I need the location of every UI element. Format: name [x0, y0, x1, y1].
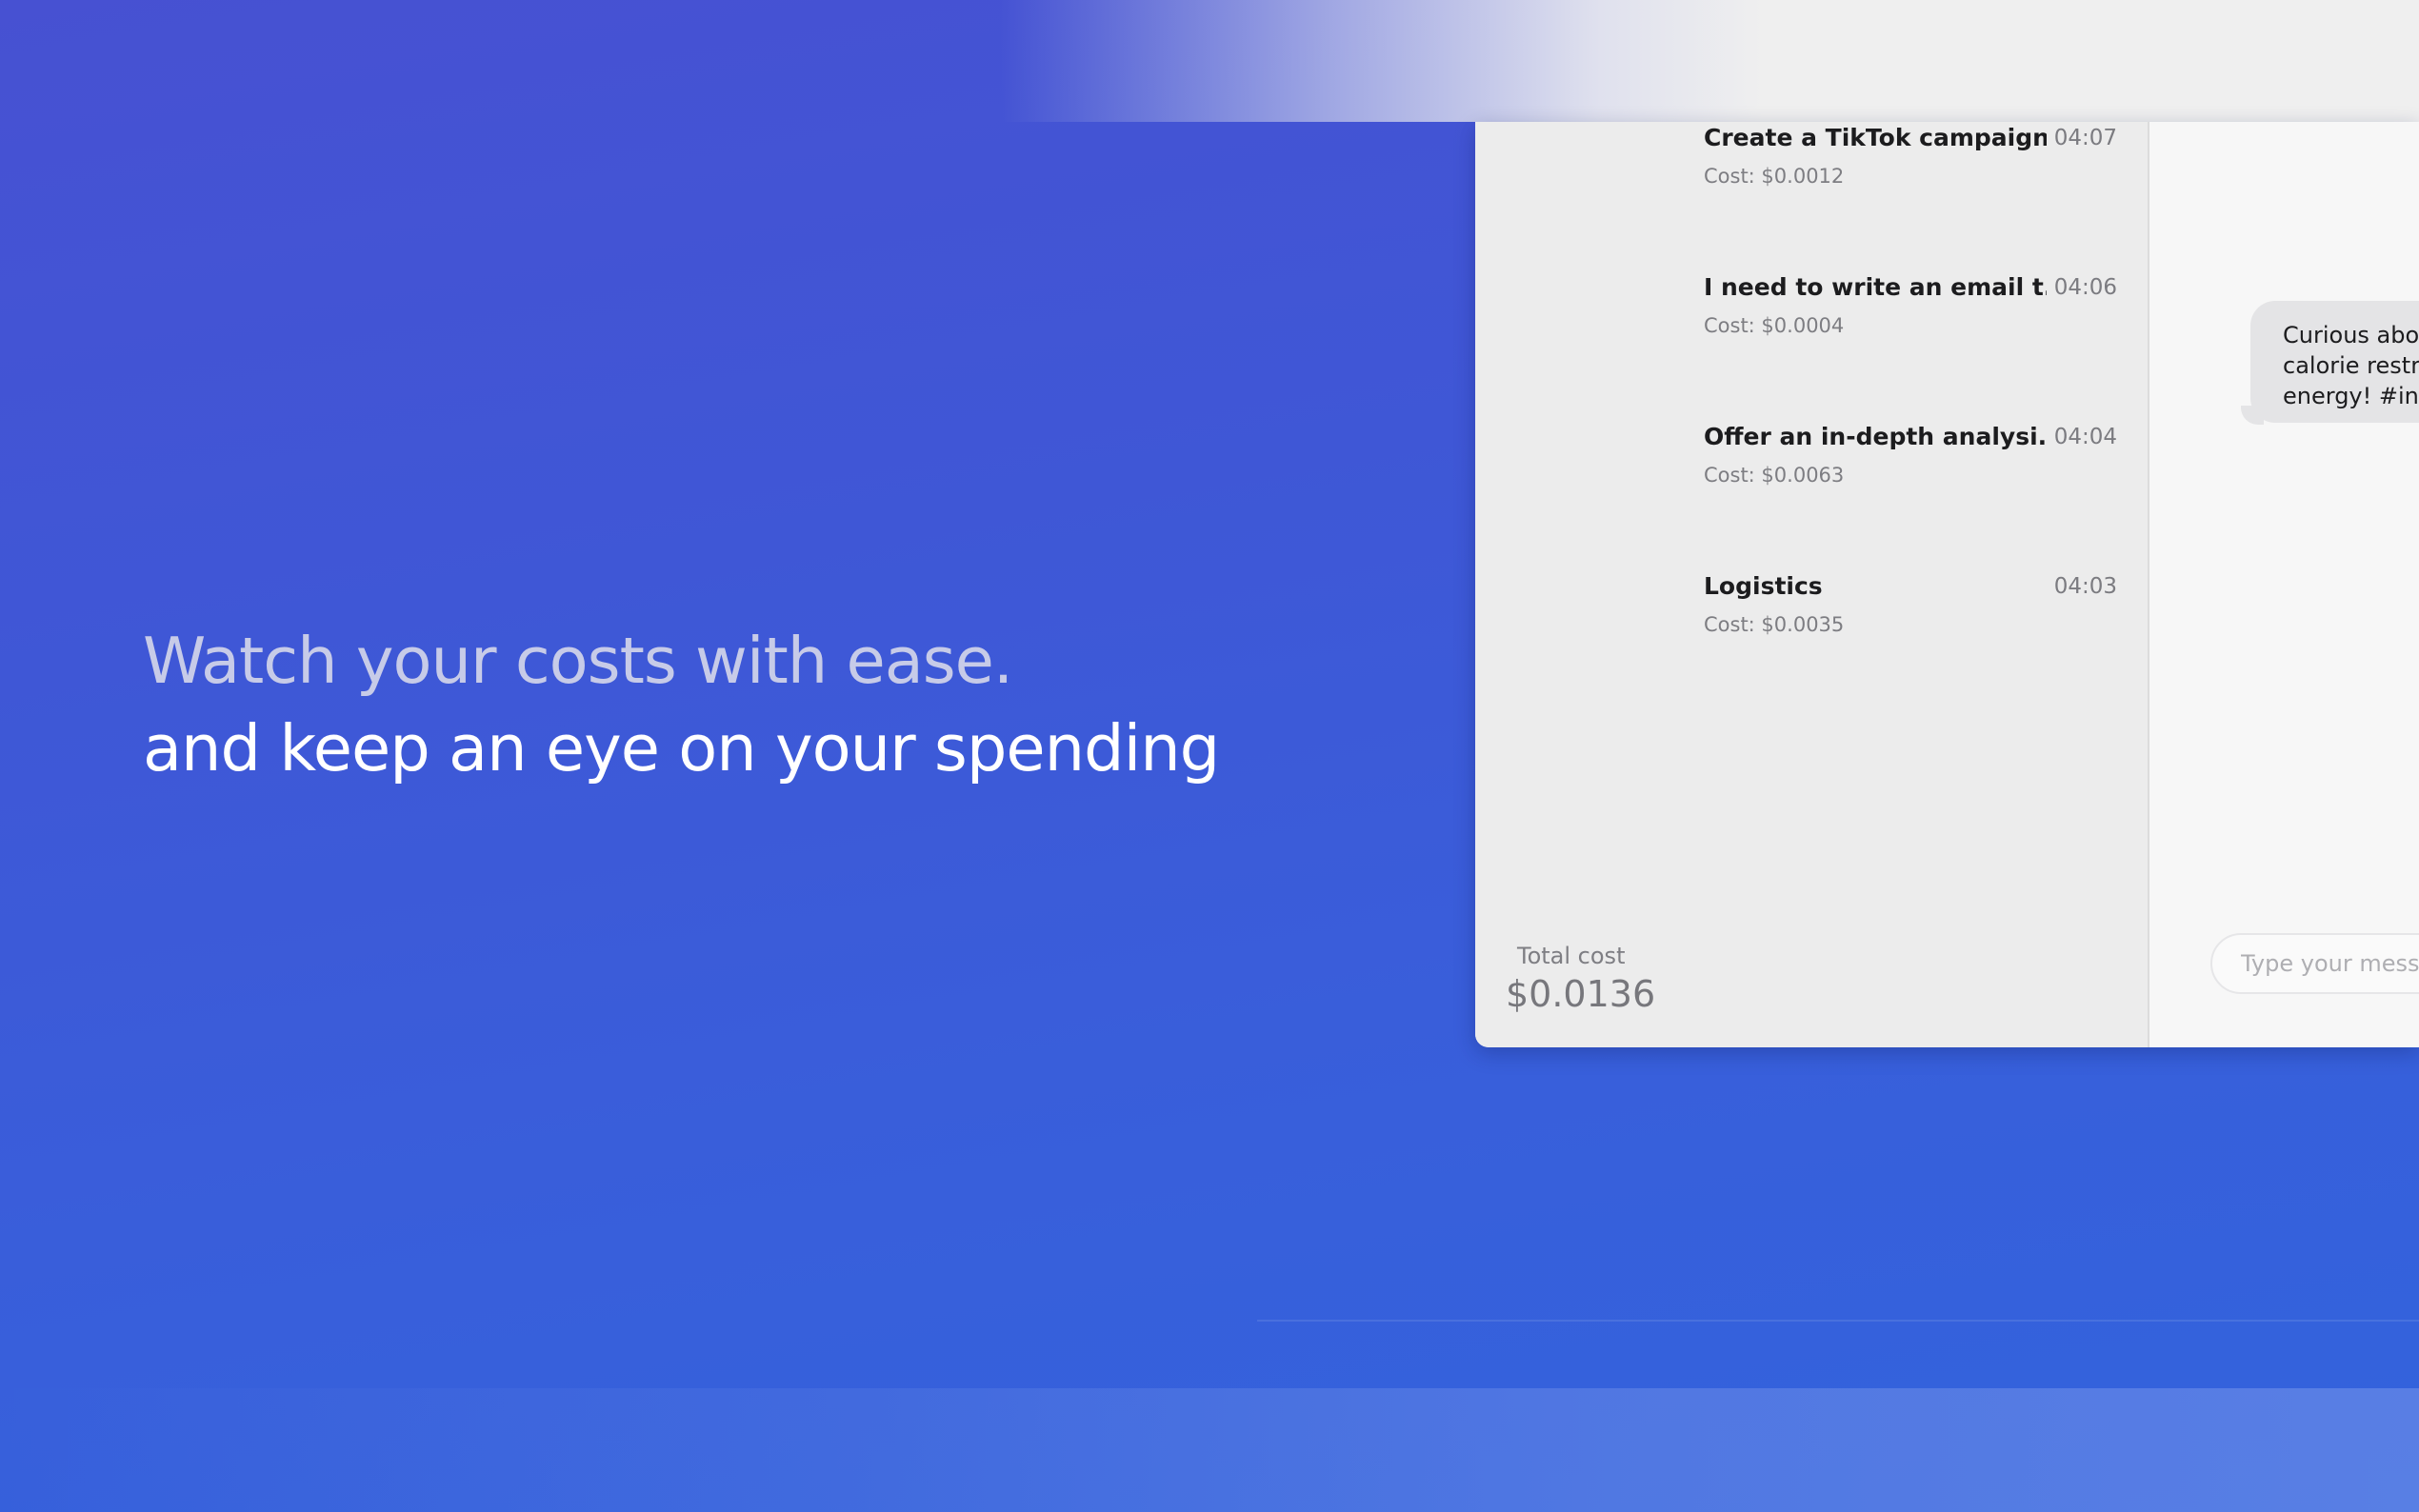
headline-line-1: Watch your costs with ease. [143, 624, 1013, 698]
chat-title: I need to write an email t... [1704, 273, 2047, 301]
top-fade-band [0, 0, 2419, 122]
chat-cost: Cost: $0.0035 [1704, 613, 1845, 636]
message-line: energy! #int [2283, 383, 2419, 409]
chat-list-item[interactable]: Offer an in-depth analysi... 04:04 Cost:… [1704, 421, 2117, 507]
chat-list-item[interactable]: Logistics 04:03 Cost: $0.0035 [1704, 570, 2117, 656]
divider-line [1257, 1320, 2419, 1322]
chat-cost: Cost: $0.0012 [1704, 165, 1845, 188]
headline: Watch your costs with ease. and keep an … [143, 617, 1220, 792]
chat-cost: Cost: $0.0063 [1704, 464, 1845, 487]
headline-line-2: and keep an eye on your spending [143, 711, 1220, 786]
chat-time: 04:07 [2053, 126, 2117, 150]
chat-time: 04:06 [2053, 275, 2117, 300]
total-cost-value: $0.0136 [1506, 973, 1656, 1015]
chat-list-item[interactable]: I need to write an email t... 04:06 Cost… [1704, 271, 2117, 357]
message-bubble: Curious abo calorie restr energy! #int [2250, 301, 2419, 423]
chat-title: Offer an in-depth analysi... [1704, 423, 2047, 450]
chat-time: 04:03 [2053, 574, 2117, 599]
message-line: calorie restr [2283, 352, 2419, 379]
message-input[interactable] [2210, 933, 2419, 994]
chat-list-item[interactable]: Create a TikTok campaign... 04:07 Cost: … [1704, 122, 2117, 208]
chat-pane: Curious abo calorie restr energy! #int [2149, 122, 2419, 1047]
chat-title: Create a TikTok campaign... [1704, 124, 2047, 151]
chat-title: Logistics [1704, 572, 1823, 600]
app-window: Create a TikTok campaign... 04:07 Cost: … [1475, 122, 2419, 1047]
bottom-glow-band [0, 1388, 2419, 1512]
message-line: Curious abo [2283, 322, 2419, 348]
chat-cost: Cost: $0.0004 [1704, 314, 1845, 337]
total-cost-label: Total cost [1517, 943, 1626, 969]
chat-sidebar: Create a TikTok campaign... 04:07 Cost: … [1475, 122, 2149, 1047]
chat-time: 04:04 [2053, 425, 2117, 449]
